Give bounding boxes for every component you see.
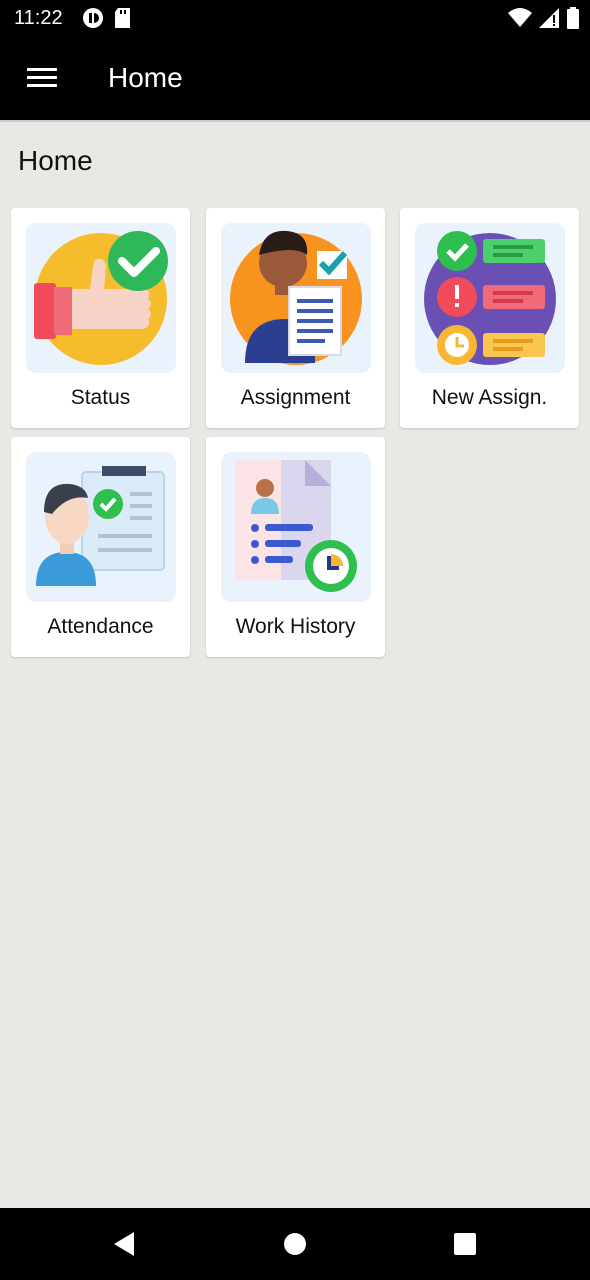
attendance-person-icon <box>26 452 176 602</box>
tile-attendance[interactable]: Attendance <box>11 437 190 657</box>
battery-icon <box>566 6 580 35</box>
data-saver-icon <box>82 7 104 34</box>
status-time: 11:22 <box>14 7 63 29</box>
sd-card-icon <box>114 7 132 34</box>
status-right-icons <box>508 6 580 35</box>
recents-icon[interactable] <box>447 1228 483 1260</box>
tile-label: New Assign. <box>431 386 548 409</box>
app-bar: Home <box>0 36 590 120</box>
thumbs-up-check-icon <box>26 223 176 373</box>
checklist-status-icon <box>415 223 565 373</box>
tile-assignment[interactable]: Assignment <box>206 208 385 428</box>
tile-label: Assignment <box>240 386 351 409</box>
tile-label: Status <box>70 386 131 409</box>
person-document-icon <box>221 223 371 373</box>
home-icon[interactable] <box>277 1228 313 1260</box>
tile-label: Attendance <box>47 615 154 638</box>
wifi-icon <box>508 7 532 34</box>
tile-label: Work History <box>235 615 356 638</box>
tile-work-history[interactable]: Work History <box>206 437 385 657</box>
status-left-icons <box>82 7 132 34</box>
app-bar-title: Home <box>108 62 183 93</box>
back-icon[interactable] <box>106 1228 142 1260</box>
work-history-document-icon <box>221 452 371 602</box>
tile-new-assign[interactable]: New Assign. <box>400 208 579 428</box>
page-heading: Home <box>18 145 93 176</box>
system-nav-bar <box>0 1208 590 1280</box>
app-bar-divider <box>0 120 590 122</box>
hamburger-menu-icon[interactable] <box>18 60 66 96</box>
tile-status[interactable]: Status <box>11 208 190 428</box>
status-bar: 11:22 <box>0 0 590 36</box>
signal-icon <box>538 7 560 34</box>
